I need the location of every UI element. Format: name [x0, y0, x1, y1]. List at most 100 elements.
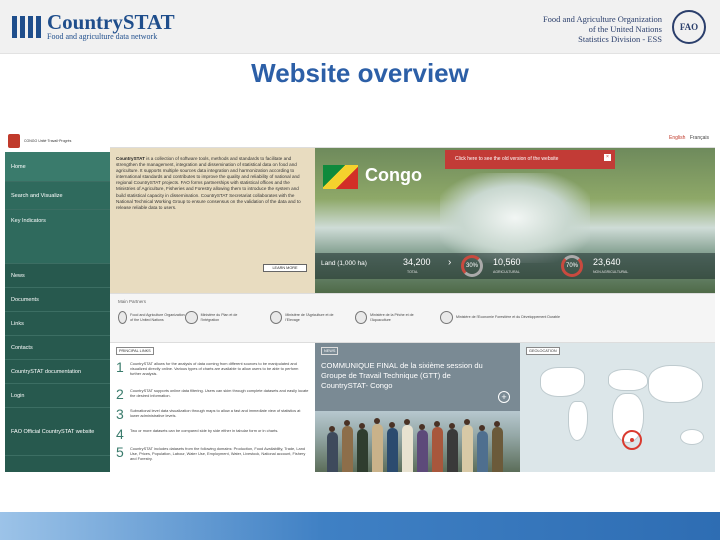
step-text: CountrySTAT supports online data filteri… — [130, 388, 309, 398]
fao-line-1: Food and Agriculture Organization — [542, 14, 662, 24]
continent-australia — [680, 429, 704, 445]
partner-plan[interactable]: Ministère du Plan et de l'Intégration — [185, 311, 255, 324]
congo-emblem: CONGO Unité·Travail·Progrès — [5, 130, 110, 152]
person-figure — [492, 427, 503, 472]
person-head — [494, 421, 500, 427]
website-screenshot: CONGO Unité·Travail·Progrès Home Search … — [5, 130, 715, 472]
sidebar-item-login[interactable]: Login — [5, 384, 110, 408]
person-figure — [477, 431, 488, 472]
country-name: Congo — [365, 165, 422, 185]
person-figure — [342, 426, 353, 472]
close-icon[interactable]: × — [604, 154, 611, 161]
step-number: 4 — [116, 426, 124, 442]
partner-forestry[interactable]: Ministère de l'Economie Forestière et du… — [440, 311, 565, 324]
footer-band — [0, 512, 720, 540]
person-figure — [402, 425, 413, 472]
person-head — [464, 419, 470, 425]
person-figure — [447, 429, 458, 472]
intro-text: is a collection of software tools, metho… — [116, 156, 301, 210]
person-head — [329, 426, 335, 432]
agri-value: 10,560 — [493, 257, 521, 267]
person-head — [389, 422, 395, 428]
person-figure — [327, 432, 338, 472]
person-figure — [372, 424, 383, 472]
person-head — [404, 419, 410, 425]
partner-fao[interactable]: Food and Agriculture Organization of the… — [118, 311, 188, 324]
ministry-seal-icon — [355, 311, 368, 324]
person-head — [479, 425, 485, 431]
slide-title: Website overview — [251, 58, 469, 88]
geolocation-map[interactable]: GEOLOCATION — [520, 343, 715, 472]
fao-line-2: of the United Nations — [588, 24, 662, 34]
news-panel[interactable]: NEWS COMMUNIQUE FINAL de la sixième sess… — [315, 343, 520, 472]
ministry-seal-icon — [270, 311, 283, 324]
ministry-seal-icon — [185, 311, 198, 324]
step-text: CountrySTAT allows for the analysis of d… — [130, 361, 299, 376]
emblem-text: CONGO Unité·Travail·Progrès — [24, 138, 72, 143]
sidebar-item-fao-website[interactable]: FAO Official CountrySTAT website — [5, 408, 110, 456]
continent-europe — [608, 369, 648, 391]
top-bar: English Français — [110, 130, 715, 148]
group-photo — [315, 411, 520, 472]
lang-french[interactable]: Français — [690, 135, 709, 141]
fao-logo-icon: FAO — [672, 10, 706, 44]
agri-label: AGRICULTURAL — [493, 270, 520, 274]
language-switch: English Français — [669, 135, 709, 141]
partner-label: Ministère de l'Economie Forestière et du… — [456, 315, 560, 320]
slide: CountrySTAT Food and agriculture data ne… — [0, 0, 720, 540]
person-head — [344, 420, 350, 426]
waterfall-image — [440, 173, 590, 263]
sidebar-item-documents[interactable]: Documents — [5, 288, 110, 312]
countrystat-logo: CountrySTAT Food and agriculture data ne… — [12, 12, 175, 42]
sidebar-item-home[interactable]: Home — [5, 152, 110, 182]
congo-emblem-icon — [8, 134, 20, 148]
sidebar-item-news[interactable]: News — [5, 264, 110, 288]
total-label: TOTAL — [407, 270, 418, 274]
chevron-right-icon[interactable]: › — [448, 257, 451, 268]
sidebar-item-documentation[interactable]: CountrySTAT documentation — [5, 360, 110, 384]
partner-label: Ministère de l'Agriculture et de l'Eleva… — [285, 312, 334, 322]
sidebar-item-search[interactable]: Search and Visualize — [5, 182, 110, 210]
brand-tagline: Food and agriculture data network — [47, 32, 158, 41]
total-value: 34,200 — [403, 257, 431, 267]
continent-south-america — [568, 401, 588, 441]
person-head — [419, 424, 425, 430]
fao-text: Food and Agriculture Organization of the… — [543, 14, 662, 44]
slide-header: CountrySTAT Food and agriculture data ne… — [0, 0, 720, 54]
person-head — [374, 418, 380, 424]
step-number: 3 — [116, 406, 124, 422]
person-head — [359, 423, 365, 429]
learn-more-button[interactable]: LEARN MORE — [263, 264, 307, 272]
fao-seal-icon — [118, 311, 128, 324]
partners-title: Main Partners — [118, 299, 147, 304]
partner-fisheries[interactable]: Ministère de la Pêche et de l'Aquacultur… — [355, 311, 430, 324]
non-agri-percent-ring: 70% — [561, 255, 583, 277]
land-label: Land (1,000 ha) — [321, 260, 367, 267]
step-number: 5 — [116, 444, 124, 460]
popup-text: Click here to see the old version of the… — [455, 156, 559, 162]
countrystat-bars-icon — [12, 16, 41, 38]
ministry-seal-icon — [440, 311, 453, 324]
partner-agriculture[interactable]: Ministère de l'Agriculture et de l'Eleva… — [270, 311, 345, 324]
intro-lead: CountrySTAT — [116, 156, 145, 161]
sidebar-item-links[interactable]: Links — [5, 312, 110, 336]
person-figure — [462, 425, 473, 472]
lang-english[interactable]: English — [669, 135, 685, 141]
partner-label: Food and Agriculture Organization of the… — [130, 312, 185, 322]
sidebar: CONGO Unité·Travail·Progrès Home Search … — [5, 130, 110, 472]
news-headline[interactable]: COMMUNIQUE FINAL de la sixième session d… — [321, 361, 496, 391]
news-tag: NEWS — [321, 347, 339, 355]
old-version-popup[interactable]: Click here to see the old version of the… — [445, 150, 615, 169]
geolocation-tag: GEOLOCATION — [526, 347, 560, 355]
sidebar-item-key-indicators[interactable]: Key Indicators — [5, 210, 110, 264]
partner-label: Ministère du Plan et de l'Intégration — [200, 312, 238, 322]
step-text: Two or more datasets can be compared sid… — [130, 428, 279, 433]
partners-strip: Main Partners Food and Agriculture Organ… — [110, 293, 715, 343]
plus-icon[interactable]: + — [498, 391, 510, 403]
principal-links-panel: PRINCIPAL LINKS 1 CountrySTAT allows for… — [110, 343, 315, 472]
brand-name: CountrySTAT — [47, 10, 175, 34]
sidebar-item-contacts[interactable]: Contacts — [5, 336, 110, 360]
partner-label: Ministère de la Pêche et de l'Aquacultur… — [370, 312, 414, 322]
step-text: Subnational level data visualization thr… — [130, 408, 301, 418]
step-number: 2 — [116, 386, 124, 402]
